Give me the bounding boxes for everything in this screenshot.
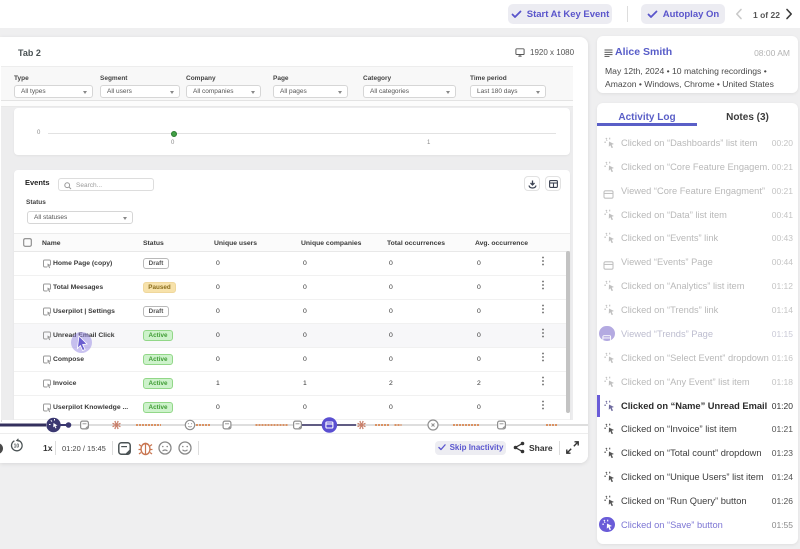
svg-text:10: 10: [14, 444, 20, 450]
